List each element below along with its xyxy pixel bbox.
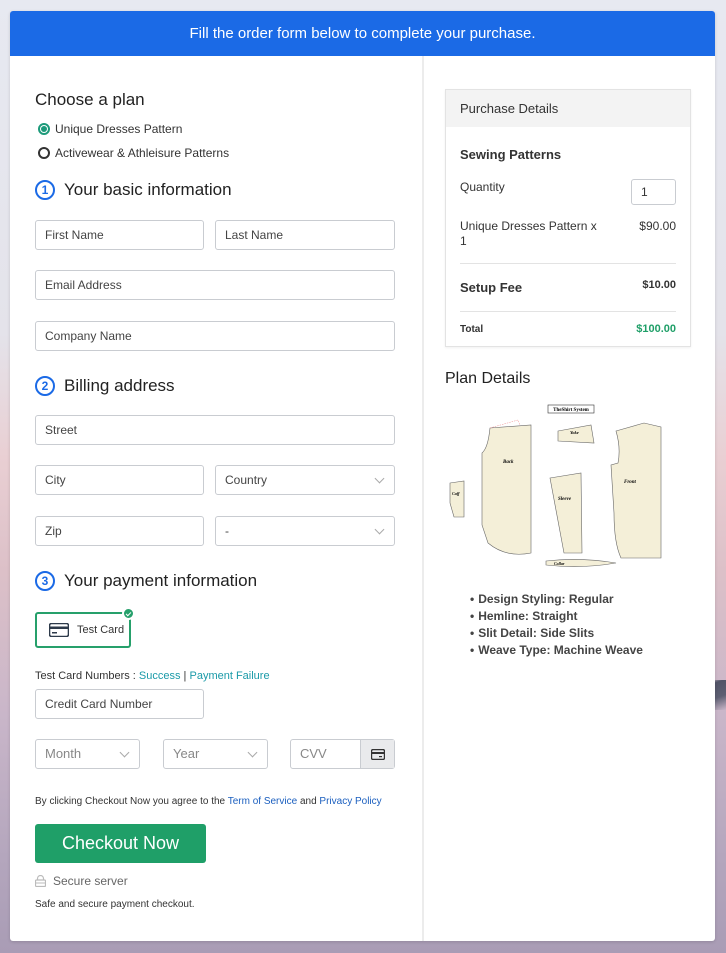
country-select-value: Country: [225, 473, 268, 487]
purchase-details-box: Purchase Details Sewing Patterns Quantit…: [445, 89, 691, 347]
pattern-piece-label: Cuff: [452, 491, 460, 496]
month-select-value: Month: [45, 746, 82, 761]
zip-input[interactable]: Zip: [35, 516, 204, 546]
plan-option-label: Unique Dresses Pattern: [55, 122, 183, 136]
year-select-value: Year: [173, 746, 200, 761]
cvv-input[interactable]: CVV: [290, 739, 395, 769]
plan-features-list: Design Styling: Regular Hemline: Straigh…: [470, 591, 643, 659]
city-input[interactable]: City: [35, 465, 204, 495]
order-form: Choose a plan Unique Dresses Pattern Act…: [10, 56, 422, 941]
plan-option-label: Activewear & Athleisure Patterns: [55, 146, 230, 160]
street-input[interactable]: Street: [35, 415, 395, 445]
plan-feature: Hemline: Straight: [470, 608, 643, 625]
line-item-price: $90.00: [639, 219, 676, 233]
payment-method-label: Test Card: [77, 624, 125, 636]
company-input[interactable]: Company Name: [35, 321, 395, 351]
separator: [460, 263, 676, 264]
cvv-help-button[interactable]: [360, 740, 394, 768]
setup-fee-value: $10.00: [642, 279, 676, 291]
payment-method-test-card[interactable]: Test Card: [35, 607, 135, 648]
secure-server-label: Secure server: [53, 874, 128, 888]
success-link[interactable]: Success: [139, 670, 181, 682]
section-title: Your payment information: [64, 571, 258, 590]
separator: [460, 311, 676, 312]
plan-option-activewear[interactable]: Activewear & Athleisure Patterns: [38, 146, 229, 160]
email-input[interactable]: Email Address: [35, 270, 395, 300]
radio-unselected-icon[interactable]: [38, 147, 50, 159]
choose-plan-heading: Choose a plan: [35, 90, 145, 109]
total-value: $100.00: [636, 323, 676, 335]
quantity-input[interactable]: 1: [631, 179, 676, 205]
section-title: Billing address: [64, 376, 175, 395]
header-banner: Fill the order form below to complete yo…: [10, 11, 715, 56]
sewing-pattern-image: TheShirt System Back Yoke Front Cuff Sle…: [449, 404, 662, 567]
pattern-piece-label: Front: [624, 480, 637, 485]
pattern-piece-label: Collar: [554, 561, 565, 566]
section-title: Your basic information: [64, 180, 232, 199]
plan-details-heading: Plan Details: [445, 370, 531, 387]
test-card-numbers: Test Card Numbers : Success | Payment Fa…: [35, 670, 270, 682]
order-form-card: Fill the order form below to complete yo…: [10, 11, 715, 941]
credit-card-number-input[interactable]: Credit Card Number: [35, 689, 204, 719]
pattern-piece-label: Back: [502, 460, 514, 465]
pattern-piece-label: Sleeve: [558, 497, 572, 502]
product-group-title: Sewing Patterns: [460, 147, 562, 162]
pattern-caption: TheShirt System: [553, 408, 590, 413]
plan-option-unique-dresses[interactable]: Unique Dresses Pattern: [38, 122, 182, 136]
safe-checkout-note: Safe and secure payment checkout.: [35, 899, 195, 910]
plan-feature: Design Styling: Regular: [470, 591, 643, 608]
country-select[interactable]: Country: [215, 465, 395, 495]
first-name-input[interactable]: First Name: [35, 220, 204, 250]
terms-prefix: By clicking Checkout Now you agree to th…: [35, 796, 228, 807]
selected-check-icon: [122, 607, 135, 620]
section-basic-info-heading: 1 Your basic information: [35, 180, 232, 200]
privacy-policy-link[interactable]: Privacy Policy: [319, 796, 381, 807]
terms-of-service-link[interactable]: Term of Service: [228, 796, 297, 807]
expiry-month-select[interactable]: Month: [35, 739, 140, 769]
test-numbers-label: Test Card Numbers :: [35, 670, 139, 682]
credit-card-icon: [49, 623, 69, 637]
card-icon: [370, 748, 385, 760]
step-number-icon: 1: [35, 180, 55, 200]
payment-failure-link[interactable]: Payment Failure: [189, 670, 269, 682]
pattern-piece-label: Yoke: [570, 430, 579, 435]
terms-and: and: [297, 796, 320, 807]
step-number-icon: 3: [35, 571, 55, 591]
expiry-year-select[interactable]: Year: [163, 739, 268, 769]
line-item-name: Unique Dresses Pattern x 1: [460, 219, 597, 248]
secure-server-note: Secure server: [35, 874, 128, 888]
checkout-now-button[interactable]: Checkout Now: [35, 824, 206, 863]
purchase-details-header: Purchase Details: [446, 90, 690, 127]
cvv-placeholder: CVV: [300, 746, 327, 761]
state-select-value: -: [225, 524, 229, 538]
plan-feature: Weave Type: Machine Weave: [470, 642, 643, 659]
plan-feature: Slit Detail: Side Slits: [470, 625, 643, 642]
last-name-input[interactable]: Last Name: [215, 220, 395, 250]
section-payment-heading: 3 Your payment information: [35, 571, 257, 591]
terms-agreement: By clicking Checkout Now you agree to th…: [35, 796, 382, 807]
section-billing-heading: 2 Billing address: [35, 376, 175, 396]
order-summary: Purchase Details Sewing Patterns Quantit…: [424, 56, 715, 941]
lock-icon: [35, 875, 46, 887]
step-number-icon: 2: [35, 376, 55, 396]
radio-selected-icon[interactable]: [38, 123, 50, 135]
state-select[interactable]: -: [215, 516, 395, 546]
